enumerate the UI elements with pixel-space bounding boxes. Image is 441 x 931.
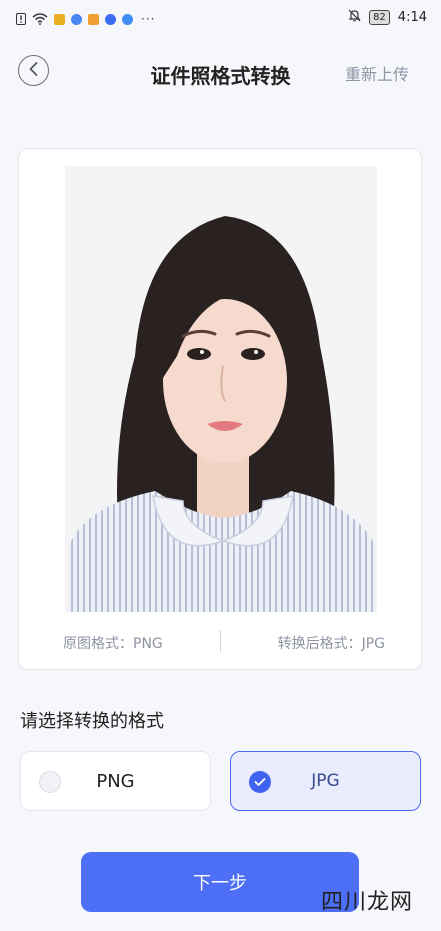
format-info-row: 原图格式：PNG 转换后格式：JPG xyxy=(19,630,421,655)
status-bar: ··· 82 4:14 xyxy=(0,0,441,36)
battery-indicator: 82 xyxy=(369,10,390,25)
app-icon-3 xyxy=(88,14,99,25)
next-button[interactable]: 下一步 xyxy=(81,852,359,912)
original-format-label: 原图格式：PNG xyxy=(63,636,163,652)
more-notifications: ··· xyxy=(141,12,156,26)
app-icon-1 xyxy=(54,14,65,25)
watermark-logo: 四川龙网 xyxy=(320,890,413,915)
status-icons-right: 82 4:14 xyxy=(348,9,427,26)
photo-card: 原图格式：PNG 转换后格式：JPG xyxy=(18,148,422,670)
converted-format-label: 转换后格式：JPG xyxy=(277,636,385,652)
format-divider xyxy=(220,630,221,652)
app-icon-2 xyxy=(71,14,82,25)
format-option-label: PNG xyxy=(96,771,135,792)
format-option-jpg[interactable]: JPG xyxy=(230,751,421,811)
app-icon-5 xyxy=(122,14,133,25)
portrait-illustration xyxy=(65,166,377,612)
app-icon-4 xyxy=(105,14,116,25)
select-format-label: 请选择转换的格式 xyxy=(20,711,164,732)
chevron-left-icon xyxy=(28,61,40,81)
clock: 4:14 xyxy=(397,10,427,25)
format-option-label: JPG xyxy=(311,771,340,791)
mute-icon xyxy=(348,9,361,26)
format-option-png[interactable]: PNG xyxy=(20,751,211,811)
back-button[interactable] xyxy=(18,55,49,86)
wifi-icon xyxy=(32,10,48,29)
status-icons-left: ··· xyxy=(16,10,155,29)
alert-icon xyxy=(16,10,26,29)
id-photo xyxy=(65,166,377,612)
reupload-button[interactable]: 重新上传 xyxy=(345,61,409,85)
